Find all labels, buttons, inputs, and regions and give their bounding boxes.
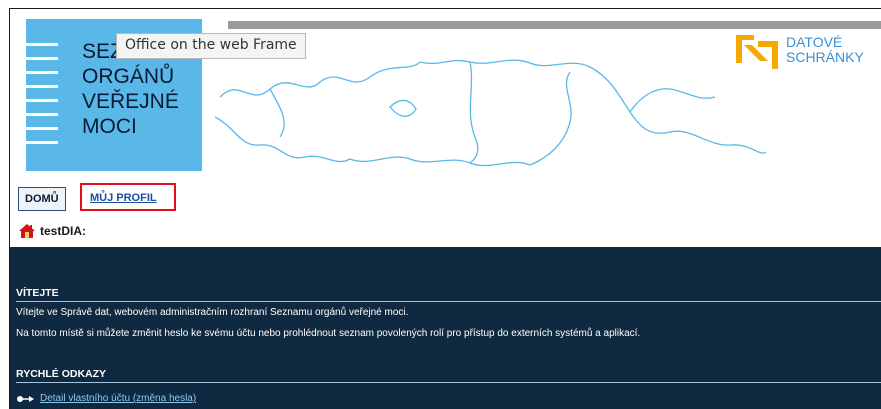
quick-link-row: Detail vlastního účtu (změna hesla)	[16, 393, 196, 404]
datove-schranky-logo[interactable]: DATOVÉ SCHRÁNKY	[736, 35, 864, 69]
divider	[16, 382, 881, 383]
divider	[16, 301, 881, 302]
account-detail-link[interactable]: Detail vlastního účtu (změna hesla)	[40, 393, 196, 404]
quick-links-title: RYCHLÉ ODKAZY	[16, 368, 107, 380]
arrow-right-icon	[17, 395, 34, 402]
user-name: testDIA:	[40, 224, 87, 238]
welcome-title: VÍTEJTE	[16, 287, 59, 299]
frame-tooltip: Office on the web Frame	[116, 33, 306, 59]
content-panel: VÍTEJTE Vítejte ve Správě dat, webovém a…	[10, 247, 881, 409]
user-row: testDIA:	[18, 223, 86, 239]
nav-profile-link[interactable]: MŮJ PROFIL	[90, 192, 157, 204]
brand-line-2: SCHRÁNKY	[786, 49, 864, 65]
welcome-text-2: Na tomto místě si můžete změnit heslo ke…	[16, 328, 641, 339]
datove-schranky-icon	[736, 35, 778, 69]
nav-profile-highlight: MŮJ PROFIL	[80, 183, 176, 211]
nav-home-button[interactable]: DOMŮ	[18, 187, 66, 211]
brand-line-1: DATOVÉ	[786, 34, 843, 50]
welcome-text-1: Vítejte ve Správě dat, webovém administr…	[16, 307, 409, 318]
home-icon	[19, 224, 35, 238]
app-frame: SEZN ORGÁNŮ VEŘEJNÉ MOCI DATOVÉ SCHRÁNKY…	[9, 8, 881, 409]
